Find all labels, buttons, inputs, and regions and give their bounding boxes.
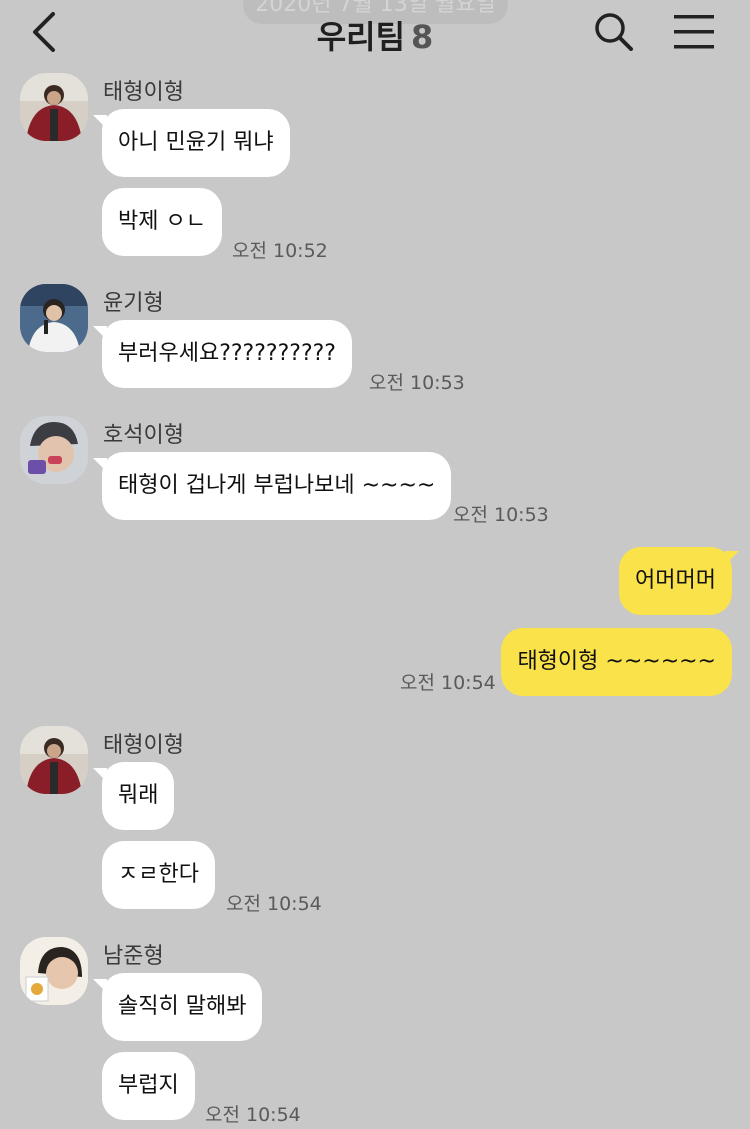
my-message-bubble[interactable]: 어머머머: [619, 547, 739, 615]
chat-room-name: 우리팀: [316, 18, 406, 56]
avatar-taehyung[interactable]: [20, 73, 88, 141]
avatar-hoseok[interactable]: [20, 416, 88, 484]
search-button[interactable]: [592, 10, 636, 54]
profile-photo: [20, 416, 88, 484]
sender-name: 태형이형: [103, 80, 184, 105]
message-bubble[interactable]: 부러우세요??????????: [93, 320, 352, 388]
profile-photo: [20, 937, 88, 1005]
profile-photo: [20, 284, 88, 352]
message-time: 오전 10:54: [400, 672, 496, 694]
member-count: 8: [411, 18, 434, 56]
menu-button[interactable]: [672, 12, 716, 52]
message-time: 오전 10:53: [453, 504, 549, 526]
avatar-taehyung[interactable]: [20, 726, 88, 794]
chat-title: 우리팀 8: [0, 12, 750, 58]
profile-photo: [20, 726, 88, 794]
sender-name: 호석이형: [103, 423, 184, 448]
message-time: 오전 10:53: [369, 372, 465, 394]
message-bubble[interactable]: 아니 민윤기 뭐냐: [93, 109, 290, 177]
message-bubble[interactable]: 부럽지: [102, 1052, 195, 1120]
message-bubble[interactable]: 박제 ㅇㄴ: [102, 188, 222, 256]
message-time: 오전 10:52: [232, 240, 328, 262]
message-time: 오전 10:54: [226, 893, 322, 915]
my-message-bubble[interactable]: 태형이형 ~~~~~~: [501, 628, 732, 696]
avatar-yoongi[interactable]: [20, 284, 88, 352]
sender-name: 윤기형: [103, 291, 164, 316]
search-icon: [595, 13, 633, 51]
message-bubble[interactable]: 뭐래: [92, 762, 175, 830]
message-bubble[interactable]: ㅈㄹ한다: [102, 841, 215, 909]
chat-header: 2020년 7월 13일 월요일 우리팀 8: [0, 0, 750, 64]
sender-name: 태형이형: [103, 733, 184, 758]
message-bubble[interactable]: 솔직히 말해봐: [92, 973, 263, 1041]
hamburger-menu-icon: [674, 15, 714, 49]
message-time: 오전 10:54: [205, 1104, 301, 1126]
message-bubble[interactable]: 태형이 겁나게 부럽나보네 ~~~~: [92, 452, 452, 520]
profile-photo: [20, 73, 88, 141]
avatar-namjoon[interactable]: [20, 937, 88, 1005]
sender-name: 남준형: [103, 944, 164, 969]
